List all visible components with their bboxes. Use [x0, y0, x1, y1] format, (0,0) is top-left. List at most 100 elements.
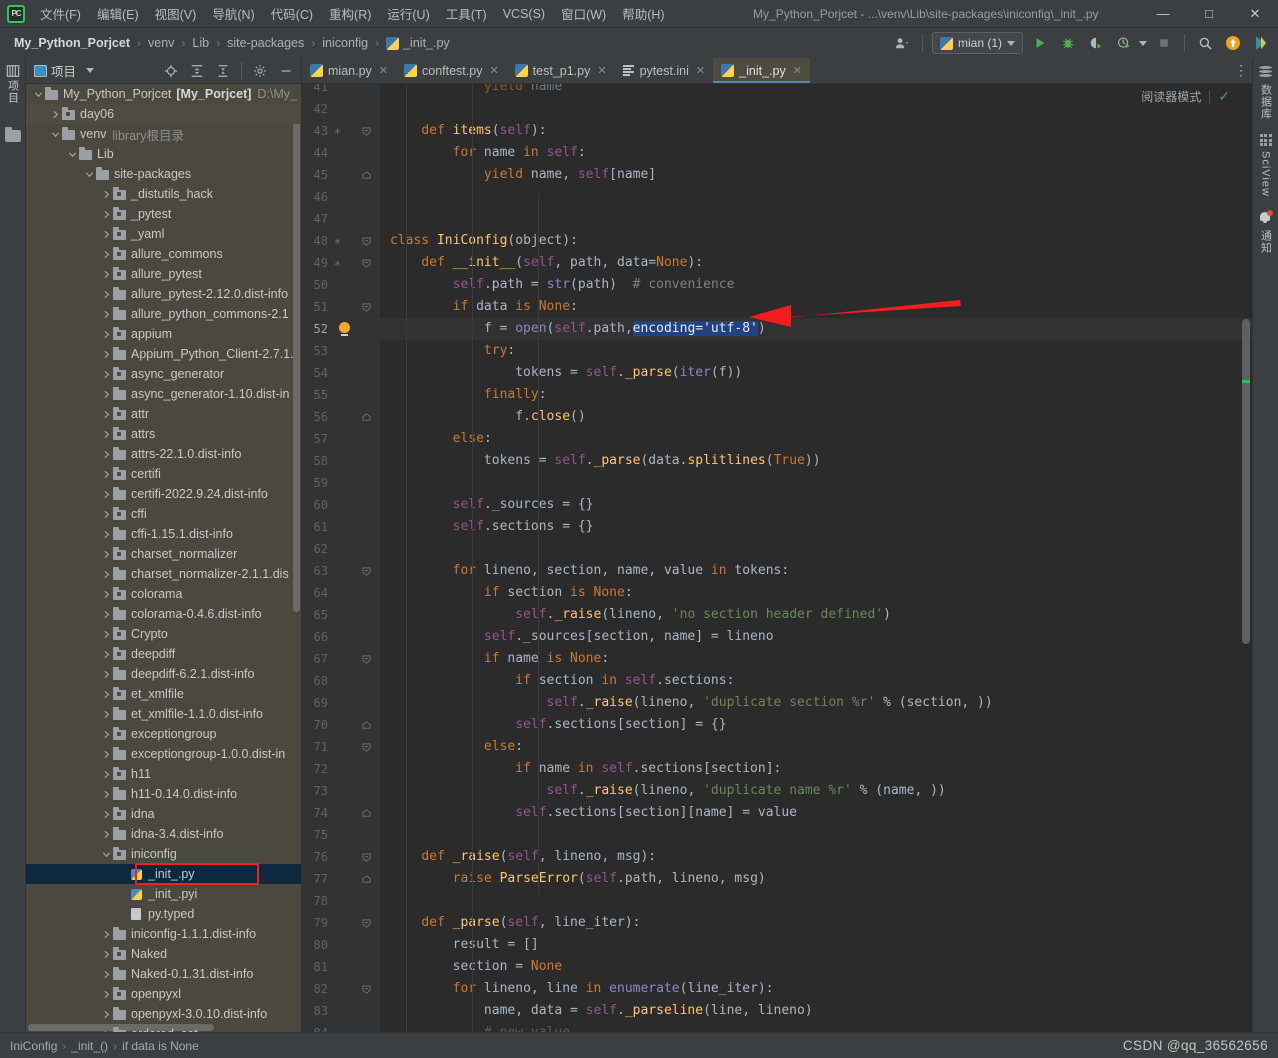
code-line[interactable] — [380, 890, 1252, 912]
chevron-down-icon[interactable] — [66, 150, 78, 159]
tree-item-allure-python-commons-2-1[interactable]: allure_python_commons-2.1 — [26, 304, 301, 324]
tree-item-cffi-1-15-1-dist-info[interactable]: cffi-1.15.1.dist-info — [26, 524, 301, 544]
tree-item-colorama[interactable]: colorama — [26, 584, 301, 604]
code-line[interactable]: def _parse(self, line_iter): — [380, 912, 1252, 934]
tree-item-site-packages[interactable]: site-packages — [26, 164, 301, 184]
tree-item-et-xmlfile-1-1-0-dist-info[interactable]: et_xmlfile-1.1.0.dist-info — [26, 704, 301, 724]
chevron-right-icon[interactable] — [100, 510, 112, 519]
chevron-right-icon[interactable] — [100, 590, 112, 599]
menu-item-5[interactable]: 重构(R) — [322, 0, 378, 27]
code-line[interactable]: self._raise(lineno, 'duplicate section %… — [380, 692, 1252, 714]
code-line[interactable]: try: — [380, 340, 1252, 362]
code-line[interactable]: self.path = str(path) # convenience — [380, 274, 1252, 296]
code-line[interactable]: # new value — [380, 1022, 1252, 1032]
chevron-right-icon[interactable] — [100, 690, 112, 699]
chevron-right-icon[interactable] — [100, 210, 112, 219]
fold-end-icon[interactable] — [362, 809, 371, 818]
code-line[interactable]: for name in self: — [380, 142, 1252, 164]
chevron-right-icon[interactable] — [100, 550, 112, 559]
breadcrumb-item-0[interactable]: My_Python_Porjcet — [10, 34, 134, 52]
coverage-icon[interactable] — [1085, 32, 1107, 54]
code-line[interactable]: def items(self): — [380, 120, 1252, 142]
tree-item--pytest[interactable]: _pytest — [26, 204, 301, 224]
chevron-down-icon[interactable] — [86, 68, 95, 73]
chevron-right-icon[interactable] — [100, 530, 112, 539]
chevron-down-icon[interactable] — [49, 130, 61, 139]
tool-window-button-sciview[interactable]: SciView — [1259, 134, 1272, 197]
chevron-right-icon[interactable] — [100, 190, 112, 199]
collapse-all-icon[interactable] — [212, 60, 234, 82]
chevron-right-icon[interactable] — [100, 750, 112, 759]
tree-item-deepdiff[interactable]: deepdiff — [26, 644, 301, 664]
code-line[interactable]: self._raise(lineno, 'duplicate name %r' … — [380, 780, 1252, 802]
fold-collapse-icon[interactable] — [362, 853, 371, 862]
tree-item-certifi-2022-9-24-dist-info[interactable]: certifi-2022.9.24.dist-info — [26, 484, 301, 504]
chevron-right-icon[interactable] — [100, 970, 112, 979]
run-configuration-selector[interactable]: mian (1) — [931, 32, 1023, 54]
tree-item-idna[interactable]: idna — [26, 804, 301, 824]
menu-item-2[interactable]: 视图(V) — [148, 0, 204, 27]
code-line[interactable]: raise ParseError(self.path, lineno, msg) — [380, 868, 1252, 890]
chevron-down-icon[interactable] — [1139, 40, 1147, 46]
tool-window-button-project[interactable]: 项目 — [5, 64, 21, 104]
tree-item--yaml[interactable]: _yaml — [26, 224, 301, 244]
tree-item-charset-normalizer-2-1-1-dis[interactable]: charset_normalizer-2.1.1.dis — [26, 564, 301, 584]
expand-all-icon[interactable] — [186, 60, 208, 82]
code-line[interactable]: finally: — [380, 384, 1252, 406]
tree-item-allure-pytest[interactable]: allure_pytest — [26, 264, 301, 284]
editor-tab-test-p1-py[interactable]: test_p1.py ✕ — [507, 58, 615, 83]
chevron-right-icon[interactable] — [100, 610, 112, 619]
menu-item-0[interactable]: 文件(F) — [33, 0, 88, 27]
tree-item--init-pyi[interactable]: _init_.pyi — [26, 884, 301, 904]
tree-item--distutils-hack[interactable]: _distutils_hack — [26, 184, 301, 204]
tree-item-iniconfig-1-1-1-dist-info[interactable]: iniconfig-1.1.1.dist-info — [26, 924, 301, 944]
fold-collapse-icon[interactable] — [362, 237, 371, 246]
close-icon[interactable]: ✕ — [489, 64, 498, 77]
tree-item-openpyxl[interactable]: openpyxl — [26, 984, 301, 1004]
code-line[interactable]: else: — [380, 736, 1252, 758]
debug-icon[interactable] — [1057, 32, 1079, 54]
code-line[interactable]: else: — [380, 428, 1252, 450]
tree-item-day06[interactable]: day06 — [26, 104, 301, 124]
chevron-right-icon[interactable] — [100, 950, 112, 959]
tree-item-allure-pytest-2-12-0-dist-info[interactable]: allure_pytest-2.12.0.dist-info — [26, 284, 301, 304]
code-line[interactable]: name, data = self._parseline(line, linen… — [380, 1000, 1252, 1022]
code-line[interactable]: f = open(self.path,encoding='utf-8') — [380, 318, 1252, 340]
code-line[interactable]: self.sections = {} — [380, 516, 1252, 538]
code-line[interactable]: self.sections[section][name] = value — [380, 802, 1252, 824]
tree-item-idna-3-4-dist-info[interactable]: idna-3.4.dist-info — [26, 824, 301, 844]
chevron-right-icon[interactable] — [100, 330, 112, 339]
tree-item-lib[interactable]: Lib — [26, 144, 301, 164]
code-line[interactable]: if name in self.sections[section]: — [380, 758, 1252, 780]
tree-item-colorama-0-4-6-dist-info[interactable]: colorama-0.4.6.dist-info — [26, 604, 301, 624]
breadcrumb-item-2[interactable]: Lib — [188, 34, 213, 52]
code-line[interactable]: self._sources = {} — [380, 494, 1252, 516]
code-line[interactable]: yield name — [380, 84, 1252, 98]
code-line[interactable]: tokens = self._parse(iter(f)) — [380, 362, 1252, 384]
fold-collapse-icon[interactable] — [362, 743, 371, 752]
code-line[interactable]: class IniConfig(object): — [380, 230, 1252, 252]
menu-item-9[interactable]: 窗口(W) — [554, 0, 613, 27]
code-line[interactable]: self._raise(lineno, 'no section header d… — [380, 604, 1252, 626]
tree-item-h11[interactable]: h11 — [26, 764, 301, 784]
tree-item-et-xmlfile[interactable]: et_xmlfile — [26, 684, 301, 704]
code-line[interactable] — [380, 824, 1252, 846]
tree-item-appium-python-client-2-7-1-[interactable]: Appium_Python_Client-2.7.1. — [26, 344, 301, 364]
chevron-right-icon[interactable] — [100, 490, 112, 499]
code-line[interactable]: if section in self.sections: — [380, 670, 1252, 692]
chevron-right-icon[interactable] — [100, 250, 112, 259]
code-line[interactable]: if name is None: — [380, 648, 1252, 670]
fold-collapse-icon[interactable] — [362, 919, 371, 928]
tree-item--init-py[interactable]: _init_.py — [26, 864, 301, 884]
fold-collapse-icon[interactable] — [362, 567, 371, 576]
code-line[interactable] — [380, 472, 1252, 494]
fold-end-icon[interactable] — [362, 875, 371, 884]
tree-item-allure-commons[interactable]: allure_commons — [26, 244, 301, 264]
code-line[interactable]: def _raise(self, lineno, msg): — [380, 846, 1252, 868]
intention-bulb-icon[interactable] — [338, 322, 351, 337]
menu-item-1[interactable]: 编辑(E) — [90, 0, 146, 27]
update-icon[interactable] — [1222, 32, 1244, 54]
code-line[interactable] — [380, 538, 1252, 560]
editor-tab-pytest-ini[interactable]: pytest.ini ✕ — [615, 58, 714, 83]
tree-item-cffi[interactable]: cffi — [26, 504, 301, 524]
